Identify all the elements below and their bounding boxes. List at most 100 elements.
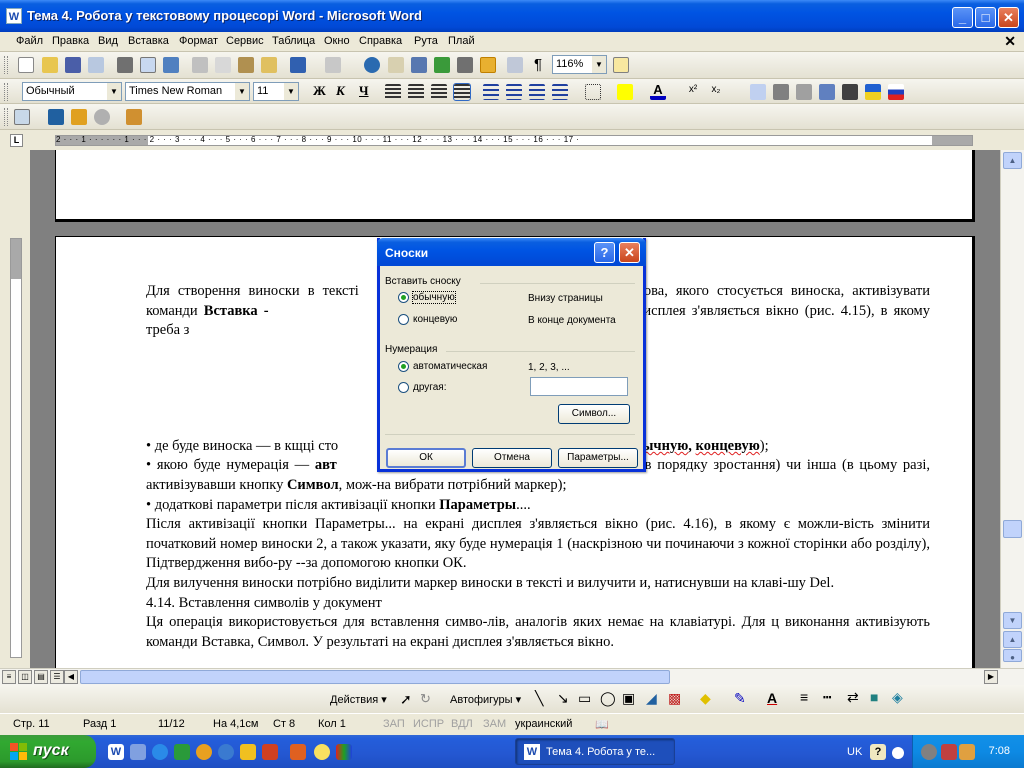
status-overtype[interactable]: ЗАМ [480,717,509,733]
download-icon[interactable] [48,109,64,125]
scroll-down-button[interactable]: ▼ [1003,612,1022,629]
superscript-icon[interactable]: x² [685,84,701,100]
cancel-button[interactable]: Отмена [472,448,552,468]
underline-button[interactable]: Ч [359,83,369,99]
quicklaunch-app-icon[interactable] [262,744,278,760]
rectangle-icon[interactable]: ▭ [578,690,591,707]
toolbar-grip[interactable] [4,83,8,101]
menu-view[interactable]: Вид [98,35,118,47]
horizontal-scroll-thumb[interactable] [80,670,670,684]
new-document-icon[interactable] [18,57,34,73]
radio-autonumber-label[interactable]: автоматическая [413,361,487,372]
scroll-thumb[interactable] [1003,520,1022,538]
close-button[interactable]: ✕ [998,7,1019,28]
ukraine-flag-icon[interactable] [865,84,881,100]
menu-file[interactable]: Файл [16,35,43,47]
taskbar-word-item[interactable]: W Тема 4. Робота у те... [515,738,675,765]
dash-style-icon[interactable]: ┅ [823,689,831,706]
horizontal-scrollbar[interactable]: ≡ ◫ ▤ ☰ ◀ ▶ [0,668,1024,685]
font-select[interactable]: Times New Roman ▼ [125,82,250,101]
disc-icon[interactable] [94,109,110,125]
menu-ruta[interactable]: Рута [414,35,438,47]
books-icon[interactable] [71,109,87,125]
quicklaunch-tool-icon[interactable] [240,744,256,760]
menu-plai[interactable]: Плай [448,35,475,47]
quicklaunch-excel-icon[interactable] [174,744,190,760]
style-select[interactable]: Обычный ▼ [22,82,122,101]
font-color-icon[interactable]: A [650,83,666,100]
quicklaunch-word-icon[interactable]: W [108,744,124,760]
insert-table-icon[interactable] [411,57,427,73]
insert-excel-icon[interactable] [434,57,450,73]
toolbar-grip[interactable] [4,56,8,74]
bullets-icon[interactable] [506,84,522,100]
custom-mark-input[interactable] [530,377,628,396]
draw-actions-menu[interactable]: Действия ▾ [330,693,387,706]
radio-endnote-label[interactable]: концевую [413,314,457,325]
decrease-indent-icon[interactable] [529,84,545,100]
justify-icon[interactable] [453,83,471,101]
align-center-icon[interactable] [408,84,424,100]
arrow-style-icon[interactable]: ⇄ [847,689,859,706]
wordart-icon[interactable]: ◢ [646,690,657,707]
print-preview-icon[interactable] [140,57,156,73]
russia-flag-icon[interactable] [888,84,904,100]
undo-icon[interactable] [290,57,306,73]
normal-view-button[interactable]: ≡ [2,670,16,684]
align-left-icon[interactable] [385,84,401,100]
paste-icon[interactable] [238,57,254,73]
menu-edit[interactable]: Правка [52,35,89,47]
browse-object-button[interactable]: ● [1003,649,1022,662]
quicklaunch-ie-icon[interactable] [152,744,168,760]
zoom-select[interactable]: 116% ▼ [552,55,607,74]
tab-stop-selector[interactable]: L [10,134,23,147]
radio-custom-mark-label[interactable]: другая: [413,382,446,393]
parameters-button[interactable]: Параметры... [558,448,638,468]
word-app-icon[interactable]: W [6,8,22,24]
quicklaunch-bulb-icon[interactable] [314,744,330,760]
hyperlink-icon[interactable] [364,57,380,73]
tray-expand-icon[interactable] [892,747,904,759]
radio-footnote-label[interactable]: обычную [412,291,456,304]
keyboard-language[interactable]: UK [847,746,862,758]
autoshapes-menu[interactable]: Автофигуры ▾ [450,693,521,706]
tools-icon[interactable] [819,84,835,100]
fill-color-icon[interactable]: ◆ [700,690,711,707]
quicklaunch-media-icon[interactable] [196,744,212,760]
increase-indent-icon[interactable] [552,84,568,100]
prev-page-button[interactable]: ▲ [1003,631,1022,648]
rotate-icon[interactable]: ↻ [420,691,431,707]
tray-volume-icon[interactable] [941,744,957,760]
shadow-icon[interactable]: ■ [870,689,878,705]
ok-button[interactable]: ОК [386,448,466,468]
oval-icon[interactable]: ◯ [600,690,616,707]
pencil-icon[interactable] [126,109,142,125]
cut-icon[interactable] [192,57,208,73]
menu-table[interactable]: Таблица [272,35,315,47]
help-tray-icon[interactable]: ? [870,744,886,760]
format-painter-icon[interactable] [261,57,277,73]
permission-icon[interactable] [88,57,104,73]
help-icon[interactable] [613,57,629,73]
spelling-status-icon[interactable]: 📖 [592,717,612,733]
spelling-icon[interactable] [163,57,179,73]
radio-autonumber[interactable] [398,361,409,372]
document-map-icon[interactable] [507,57,523,73]
drawing-icon[interactable] [480,57,496,73]
numbering-icon[interactable] [483,84,499,100]
minimize-button[interactable]: _ [952,7,973,28]
status-record[interactable]: ЗАП [380,717,408,733]
tables-borders-icon[interactable] [388,57,404,73]
radio-custom-mark[interactable] [398,382,409,393]
italic-button[interactable]: К [336,83,345,99]
menu-help[interactable]: Справка [359,35,402,47]
dictionary-icon[interactable] [773,84,789,100]
select-objects-icon[interactable]: ➚ [400,691,412,708]
document-close-icon[interactable]: ✕ [1004,33,1016,50]
menu-window[interactable]: Окно [324,35,350,47]
subscript-icon[interactable]: x₂ [708,84,724,100]
toolbar-grip[interactable] [4,108,8,126]
line-style-icon[interactable]: ≡ [800,689,808,705]
align-right-icon[interactable] [431,84,447,100]
scroll-left-button[interactable]: ◀ [64,670,78,684]
